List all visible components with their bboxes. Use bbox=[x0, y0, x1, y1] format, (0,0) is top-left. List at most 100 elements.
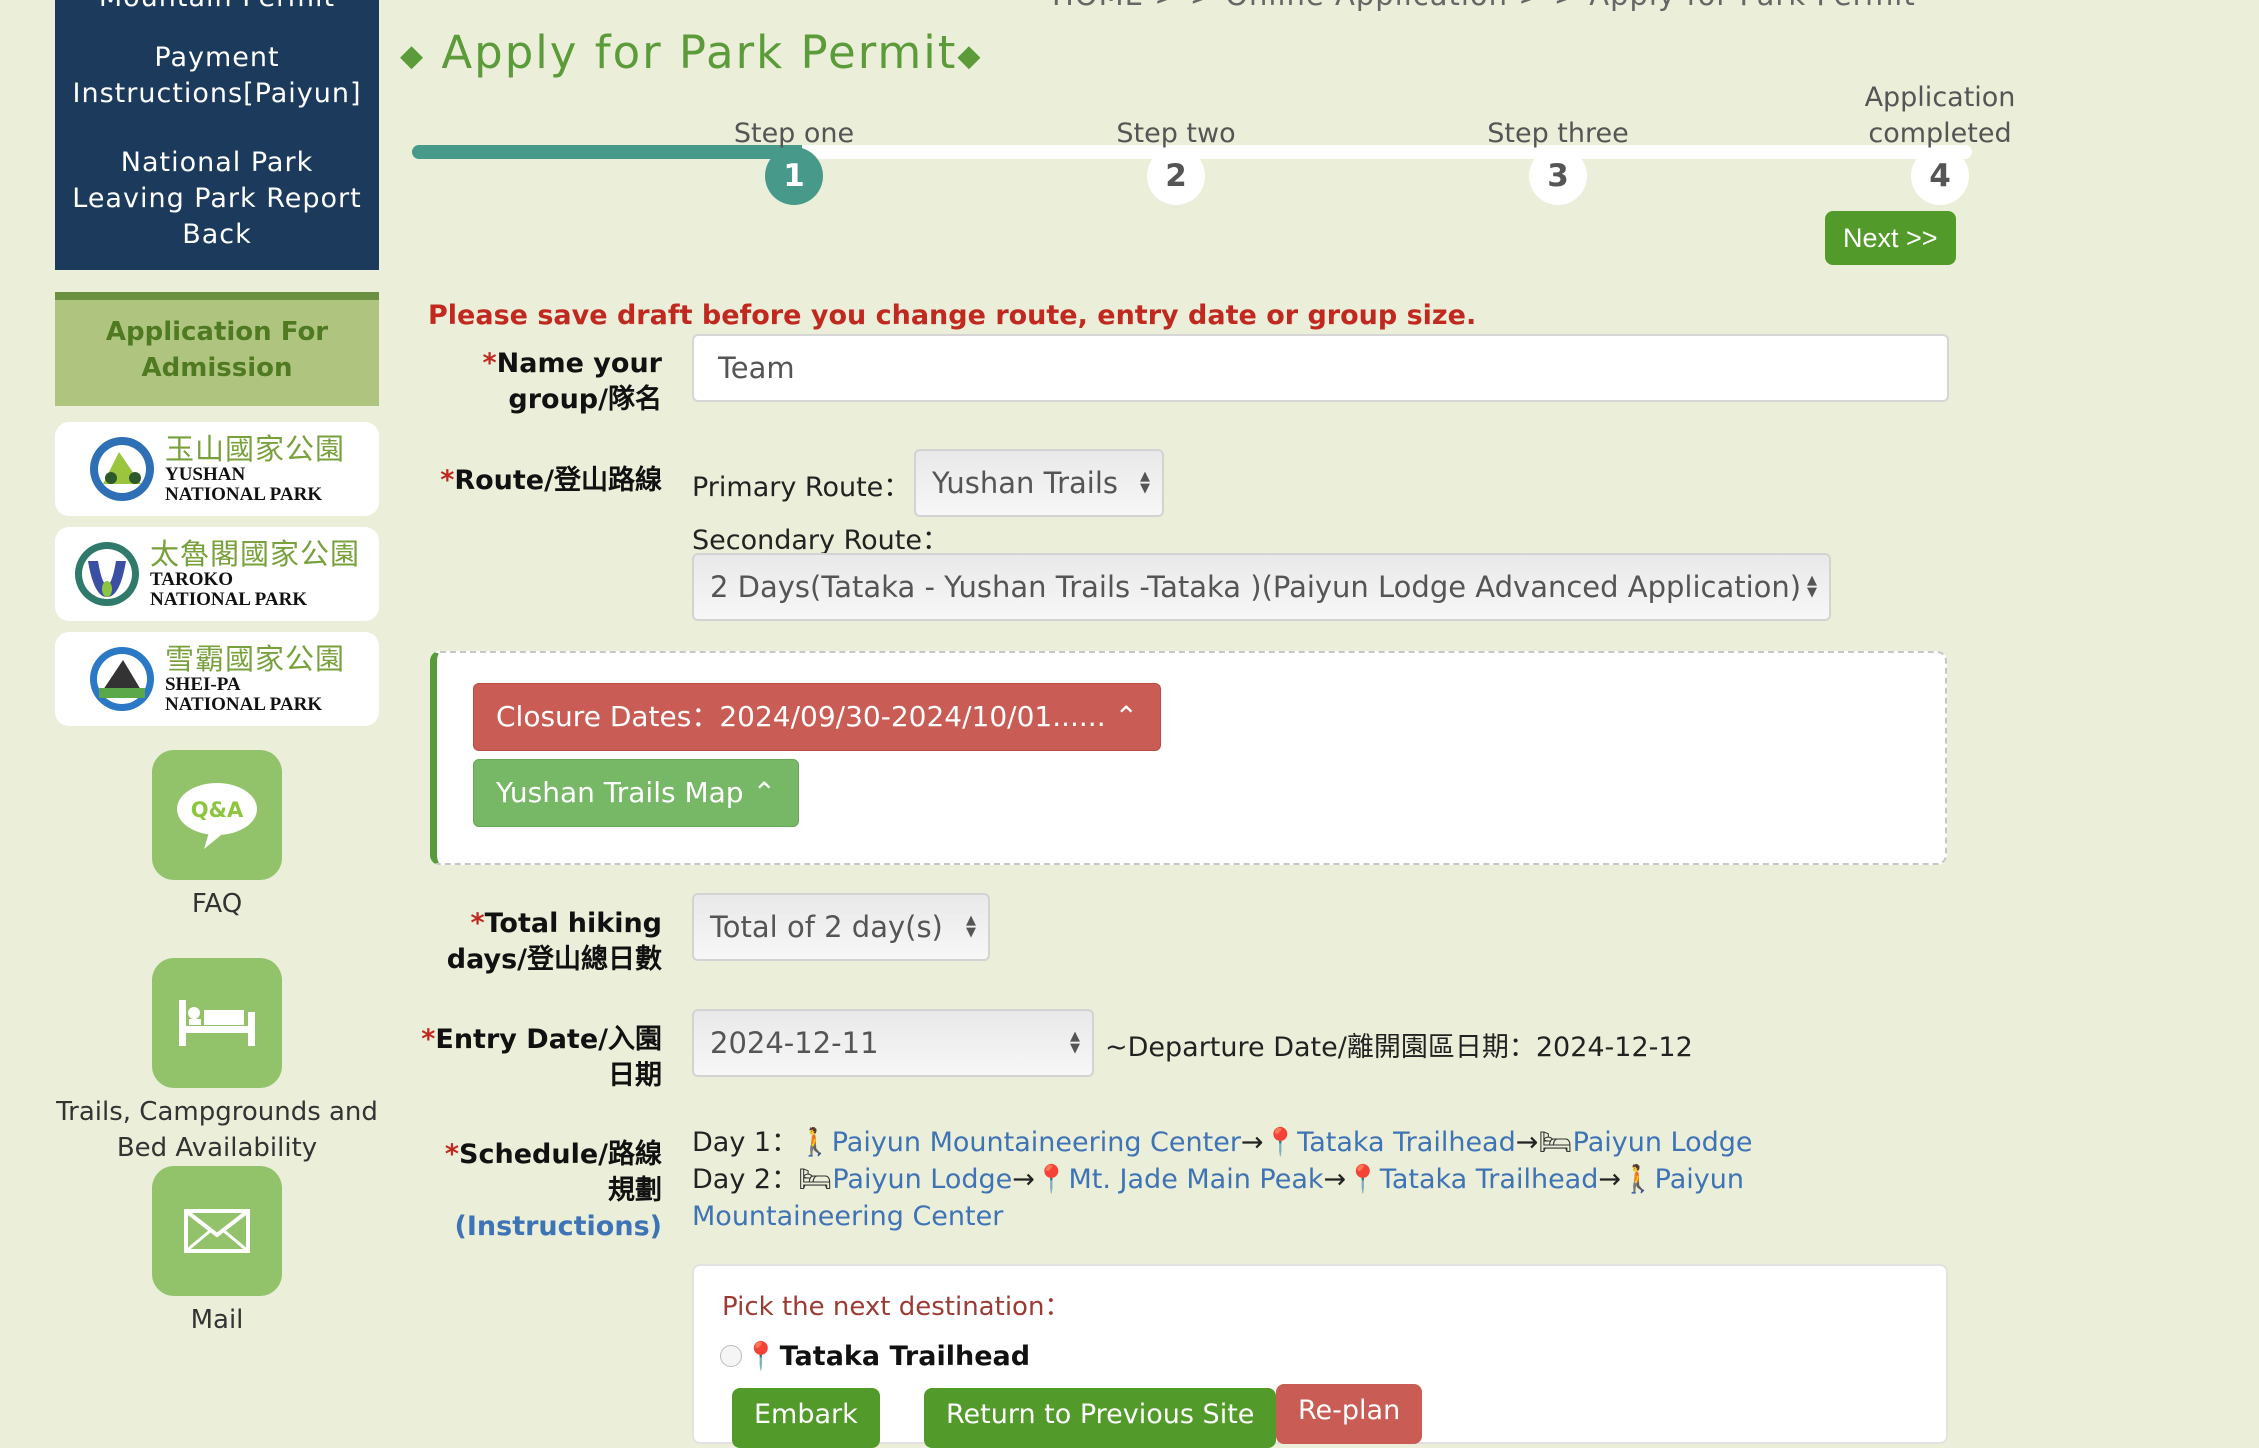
return-previous-site-button[interactable]: Return to Previous Site bbox=[924, 1388, 1277, 1448]
group-name-input[interactable]: Team bbox=[692, 334, 1949, 402]
hiker-icon: 🚶 bbox=[1621, 1164, 1655, 1195]
availability-label: Trails, Campgrounds and Bed Availability bbox=[56, 1097, 378, 1163]
arrow-icon: → bbox=[1240, 1127, 1264, 1158]
schedule-stop-link[interactable]: Tataka Trailhead bbox=[1380, 1164, 1599, 1195]
picker-title: Pick the next destination： bbox=[722, 1292, 1071, 1322]
page-title: ◆ Apply for Park Permit◆ bbox=[400, 26, 982, 79]
mail-tile[interactable] bbox=[152, 1166, 282, 1296]
park-name-en: YUSHAN bbox=[164, 464, 246, 485]
park-name-en-sub: NATIONAL PARK bbox=[164, 694, 323, 715]
schedule-stop-link[interactable]: Paiyun Mountaineering Center bbox=[832, 1127, 1241, 1158]
taroko-emblem-icon bbox=[74, 542, 139, 606]
step-label: Step three bbox=[1487, 118, 1629, 149]
select-arrows-icon: ▲ ▼ bbox=[966, 913, 976, 940]
step-label: Application completed bbox=[1864, 82, 2016, 149]
bed-icon: 🛏 bbox=[798, 1164, 833, 1195]
sidebar-nav: Mountain Permit Payment Instructions[Pai… bbox=[55, 0, 379, 270]
mail-icon bbox=[184, 1209, 250, 1253]
required-mark: * bbox=[444, 1139, 460, 1170]
step-number: 2 bbox=[1147, 147, 1205, 205]
arrow-icon: → bbox=[1515, 1127, 1539, 1158]
hiker-icon: 🚶 bbox=[798, 1127, 832, 1158]
pin-icon: 📍 bbox=[1034, 1164, 1069, 1195]
day-prefix: Day 1： bbox=[692, 1127, 799, 1158]
faq-link[interactable]: Q&A FAQ bbox=[55, 750, 379, 922]
secondary-route-value: 2 Days(Tataka - Yushan Trails -Tataka )(… bbox=[710, 570, 1802, 604]
step-2: Step two 2 bbox=[1066, 80, 1286, 205]
step-label: Step two bbox=[1116, 118, 1236, 149]
entry-date-label: *Entry Date/入園日期 bbox=[420, 1022, 662, 1094]
progress-steps: Step one 1 Step two 2 Step three 3 Applicat… bbox=[412, 80, 2015, 205]
departure-date: ~Departure Date/離開園區日期：2024-12-12 bbox=[1105, 1032, 1693, 1063]
save-draft-warning: Please save draft before you change rout… bbox=[428, 300, 1477, 331]
instructions-link[interactable]: (Instructions) bbox=[455, 1211, 662, 1242]
group-name-label-text: Name your group/隊名 bbox=[496, 348, 662, 415]
closure-dates-text: Closure Dates：2024/09/30-2024/10/01.....… bbox=[496, 700, 1106, 733]
faq-label: FAQ bbox=[191, 889, 243, 919]
trail-map-button[interactable]: Yushan Trails Map ⌃ bbox=[473, 759, 799, 827]
select-arrows-icon: ▲ ▼ bbox=[1807, 573, 1817, 600]
schedule-list: Day 1：🚶Paiyun Mountaineering Center→📍Tat… bbox=[692, 1124, 1962, 1235]
embark-button[interactable]: Embark bbox=[732, 1388, 880, 1448]
replan-button[interactable]: Re-plan bbox=[1276, 1384, 1423, 1444]
park-link-yushan[interactable]: 玉山國家公園 YUSHAN NATIONAL PARK bbox=[55, 422, 379, 516]
step-4: Application completed 4 bbox=[1830, 80, 2050, 205]
destination-radio[interactable] bbox=[720, 1345, 742, 1367]
destination-option[interactable]: 📍 Tataka Trailhead bbox=[720, 1340, 1030, 1372]
required-mark: * bbox=[482, 348, 497, 379]
hiking-days-value: Total of 2 day(s) bbox=[710, 910, 943, 944]
diamond-icon: ◆ bbox=[957, 38, 983, 74]
schedule-stop-link[interactable]: Tataka Trailhead bbox=[1297, 1127, 1516, 1158]
entry-date-select[interactable]: 2024-12-11 ▲ ▼ bbox=[692, 1009, 1094, 1077]
group-name-label: *Name your group/隊名 bbox=[440, 346, 662, 418]
nav-mountain-permit[interactable]: Mountain Permit bbox=[55, 0, 379, 16]
schedule-stop-link[interactable]: Paiyun Lodge bbox=[1573, 1127, 1753, 1158]
park-link-taroko[interactable]: 太魯閣國家公園 TAROKO NATIONAL PARK bbox=[55, 527, 379, 621]
route-info-box: Closure Dates：2024/09/30-2024/10/01.....… bbox=[430, 651, 1947, 865]
next-button[interactable]: Next >> bbox=[1825, 211, 1956, 265]
qa-icon-text: Q&A bbox=[191, 798, 244, 822]
required-mark: * bbox=[440, 465, 455, 496]
closure-dates-button[interactable]: Closure Dates：2024/09/30-2024/10/01.....… bbox=[473, 683, 1161, 751]
arrow-icon: → bbox=[1598, 1164, 1621, 1195]
primary-route-value: Yushan Trails bbox=[932, 466, 1118, 500]
nav-leaving-park-report[interactable]: National Park Leaving Park Report Back bbox=[55, 145, 379, 253]
primary-route-select[interactable]: Yushan Trails ▲ ▼ bbox=[914, 449, 1164, 517]
route-label-text: Route/登山路線 bbox=[454, 465, 662, 496]
schedule-day-1: Day 1：🚶Paiyun Mountaineering Center→📍Tat… bbox=[692, 1124, 1962, 1161]
step-1: Step one 1 bbox=[684, 80, 904, 205]
hiking-days-label: *Total hiking days/登山總日數 bbox=[420, 906, 662, 978]
select-arrows-icon: ▲ ▼ bbox=[1140, 469, 1150, 496]
required-mark: * bbox=[470, 908, 485, 939]
park-link-sheipa[interactable]: 雪霸國家公園 SHEI-PA NATIONAL PARK bbox=[55, 632, 379, 726]
next-destination-panel: Pick the next destination： 📍 Tataka Trai… bbox=[692, 1264, 1948, 1448]
mail-link[interactable]: Mail bbox=[55, 1166, 379, 1338]
pin-icon: 📍 bbox=[744, 1341, 778, 1372]
qa-icon: Q&A bbox=[177, 783, 257, 849]
pin-icon: 📍 bbox=[1346, 1164, 1380, 1195]
availability-tile[interactable] bbox=[152, 958, 282, 1088]
mail-label: Mail bbox=[190, 1305, 244, 1335]
nav-payment-instructions[interactable]: Payment Instructions[Paiyun] bbox=[55, 40, 379, 112]
diamond-icon: ◆ bbox=[400, 38, 426, 74]
chevron-up-icon: ⌃ bbox=[752, 776, 776, 809]
bed-icon: 🛏 bbox=[1538, 1127, 1573, 1158]
yushan-emblem-icon bbox=[89, 437, 154, 501]
bed-icon bbox=[179, 1000, 255, 1046]
destination-option-label: Tataka Trailhead bbox=[779, 1340, 1031, 1372]
application-for-admission-header: Application For Admission bbox=[55, 292, 379, 406]
park-name-en: SHEI-PA bbox=[164, 674, 241, 695]
hiking-days-select[interactable]: Total of 2 day(s) ▲ ▼ bbox=[692, 893, 990, 961]
step-label: Step one bbox=[733, 118, 855, 149]
breadcrumb: HOME > > Online Application > > Apply fo… bbox=[1052, 0, 1916, 12]
faq-tile[interactable]: Q&A bbox=[152, 750, 282, 880]
secondary-route-select[interactable]: 2 Days(Tataka - Yushan Trails -Tataka )(… bbox=[692, 553, 1831, 621]
schedule-day-2: Day 2：🛏Paiyun Lodge→📍Mt. Jade Main Peak→… bbox=[692, 1161, 1962, 1235]
arrow-icon: → bbox=[1012, 1164, 1035, 1195]
availability-link[interactable]: Trails, Campgrounds and Bed Availability bbox=[55, 958, 379, 1166]
required-mark: * bbox=[421, 1024, 436, 1055]
page-title-text: Apply for Park Permit bbox=[441, 26, 958, 79]
schedule-stop-link[interactable]: Paiyun Lodge bbox=[832, 1164, 1012, 1195]
schedule-stop-link[interactable]: Mt. Jade Main Peak bbox=[1069, 1164, 1324, 1195]
park-name-en: TAROKO bbox=[149, 569, 234, 590]
